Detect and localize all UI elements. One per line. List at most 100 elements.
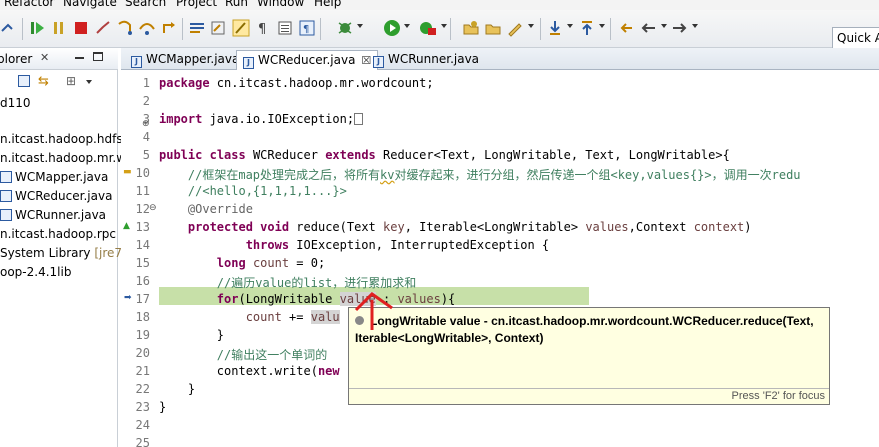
step-over-icon[interactable]	[0, 19, 18, 37]
minimize-icon[interactable]	[75, 57, 84, 59]
menu-run[interactable]: Run	[225, 0, 248, 9]
fold-collapse-icon[interactable]: ⊖	[149, 203, 157, 213]
explorer-tab[interactable]: plorer ✕	[0, 48, 118, 70]
forward-icon[interactable]	[670, 19, 688, 37]
tree-item-library[interactable]: oop-2.4.1lib	[0, 265, 71, 283]
step-into-icon[interactable]	[116, 19, 134, 37]
code-line-22: }	[159, 382, 196, 396]
toolbar-separator	[22, 18, 23, 40]
tree-item-project[interactable]: d110	[0, 96, 31, 114]
line-number: 1	[142, 76, 150, 90]
annotation-next-arrow[interactable]	[567, 24, 573, 28]
toolbar-separator	[450, 18, 451, 40]
collapse-all-icon[interactable]	[18, 75, 30, 87]
line-number: 20	[135, 346, 150, 360]
menu-refactor[interactable]: Refactor	[4, 0, 54, 9]
tree-item-label: System Library	[0, 246, 91, 260]
tree-item-label: WCReducer.java	[15, 189, 113, 203]
main-toolbar: ¶ ¶ Quick Ac	[0, 10, 879, 49]
line-number: 22	[135, 382, 150, 396]
block-select-icon[interactable]	[276, 19, 294, 37]
step-return-icon[interactable]	[160, 19, 178, 37]
last-edit-location-icon[interactable]	[618, 19, 636, 37]
menu-project[interactable]: Project	[176, 0, 217, 9]
tree-item-label: n.itcast.hadoop.mr.w	[0, 151, 127, 165]
show-whitespace-icon[interactable]: ¶	[254, 19, 272, 37]
toggle-mark-occurrences-icon[interactable]	[210, 19, 228, 37]
java-file-icon: J	[243, 57, 254, 69]
forward-menu-arrow[interactable]	[692, 24, 698, 28]
javadoc-hover-tooltip[interactable]: LongWritable value - cn.itcast.hadoop.mr…	[348, 307, 830, 405]
tree-item-library[interactable]: System Library [jre7]	[0, 246, 127, 264]
override-marker-icon: ▲	[123, 221, 130, 231]
line-number: 16	[135, 274, 150, 288]
back-menu-arrow[interactable]	[661, 24, 667, 28]
tree-item-java-file[interactable]: WCMapper.java	[0, 170, 108, 188]
link-with-editor-icon[interactable]: ⇆	[38, 74, 49, 89]
code-line-5: public class WCReducer extends Reducer<T…	[159, 148, 730, 162]
tree-item-package[interactable]: n.itcast.hadoop.rpc	[0, 227, 116, 245]
tree-item-package[interactable]: n.itcast.hadoop.hdfs	[0, 132, 123, 150]
line-number: 2	[142, 94, 150, 108]
highlight-icon[interactable]	[232, 19, 250, 37]
tab-wcreducer[interactable]: J WCReducer.java ☒	[236, 50, 379, 70]
tree-item-label: n.itcast.hadoop.hdfs	[0, 132, 123, 146]
java-file-icon	[0, 171, 12, 183]
toolbar-separator	[320, 18, 321, 40]
tree-item-package[interactable]: n.itcast.hadoop.mr.w	[0, 151, 126, 169]
tab-wcrunner[interactable]: J WCRunner.java	[367, 50, 485, 70]
disconnect-icon[interactable]	[94, 19, 112, 37]
new-java-project-icon[interactable]	[462, 19, 480, 37]
close-icon[interactable]: ✕	[40, 51, 49, 64]
pencil-menu-arrow[interactable]	[528, 24, 534, 28]
red-arrow-annotation	[354, 292, 393, 330]
run-icon[interactable]	[383, 19, 401, 37]
tree-item-java-file[interactable]: WCRunner.java	[0, 208, 106, 226]
tree-item-label: oop-2.4.1lib	[0, 265, 72, 279]
view-menu-icon[interactable]: ⊞	[66, 74, 76, 88]
external-tools-arrow[interactable]	[441, 24, 447, 28]
back-icon[interactable]	[640, 19, 658, 37]
code-line-13: protected void reduce(Text key, Iterable…	[187, 220, 752, 234]
new-package-icon[interactable]	[484, 19, 502, 37]
run-menu-arrow[interactable]	[404, 24, 410, 28]
stop-icon[interactable]	[72, 19, 90, 37]
pencil-icon[interactable]	[506, 19, 524, 37]
annotation-prev-icon[interactable]	[578, 19, 596, 37]
view-menu-arrow-icon[interactable]	[86, 80, 92, 84]
code-line-18: count += valu	[245, 310, 340, 324]
menu-help[interactable]: Help	[314, 0, 341, 9]
menu-navigate[interactable]: Navigate	[63, 0, 117, 9]
tree-item-label: n.itcast.hadoop.rpc	[0, 227, 117, 241]
debug-icon[interactable]	[336, 19, 354, 37]
debug-menu-arrow[interactable]	[357, 24, 363, 28]
java-file-icon: J	[131, 56, 142, 68]
external-tools-icon[interactable]	[419, 19, 437, 37]
java-file-icon	[0, 190, 12, 202]
tree-item-java-file[interactable]: WCReducer.java	[0, 189, 112, 207]
code-line-12: @Override	[159, 202, 253, 216]
explorer-toolbar: ⇆ ⊞	[0, 72, 118, 92]
tab-wcmapper[interactable]: J WCMapper.java	[125, 50, 245, 70]
menu-bar: Refactor Navigate Search Project Run Win…	[0, 0, 879, 10]
menu-search[interactable]: Search	[125, 0, 166, 9]
quick-access-input[interactable]: Quick Ac	[832, 27, 879, 49]
pause-icon[interactable]	[50, 19, 68, 37]
code-line-1: package cn.itcast.hadoop.mr.wordcount;	[159, 76, 434, 90]
menu-window[interactable]: Window	[257, 0, 304, 9]
step-over-icon[interactable]	[138, 19, 156, 37]
code-line-10: //框架在map处理完成之后，将所有kv对缓存起来，进行分组，然后传递一个组<k…	[159, 168, 801, 182]
code-line-14: throws IOException, InterruptedException…	[245, 238, 550, 252]
annotation-next-icon[interactable]	[546, 19, 564, 37]
use-step-filters-icon[interactable]	[188, 19, 206, 37]
svg-text:¶: ¶	[258, 22, 266, 37]
maximize-icon[interactable]	[93, 52, 103, 61]
fold-expand-icon[interactable]: ⊕	[142, 119, 150, 129]
resume-icon[interactable]	[28, 19, 46, 37]
warning-marker-icon: ▬	[123, 167, 132, 177]
folded-code-icon[interactable]	[354, 113, 364, 125]
tree-item-label: d110	[0, 96, 31, 110]
terminate-icon[interactable]: ¶	[298, 19, 316, 37]
toolbar-separator	[610, 18, 611, 40]
annotation-prev-arrow[interactable]	[599, 24, 605, 28]
